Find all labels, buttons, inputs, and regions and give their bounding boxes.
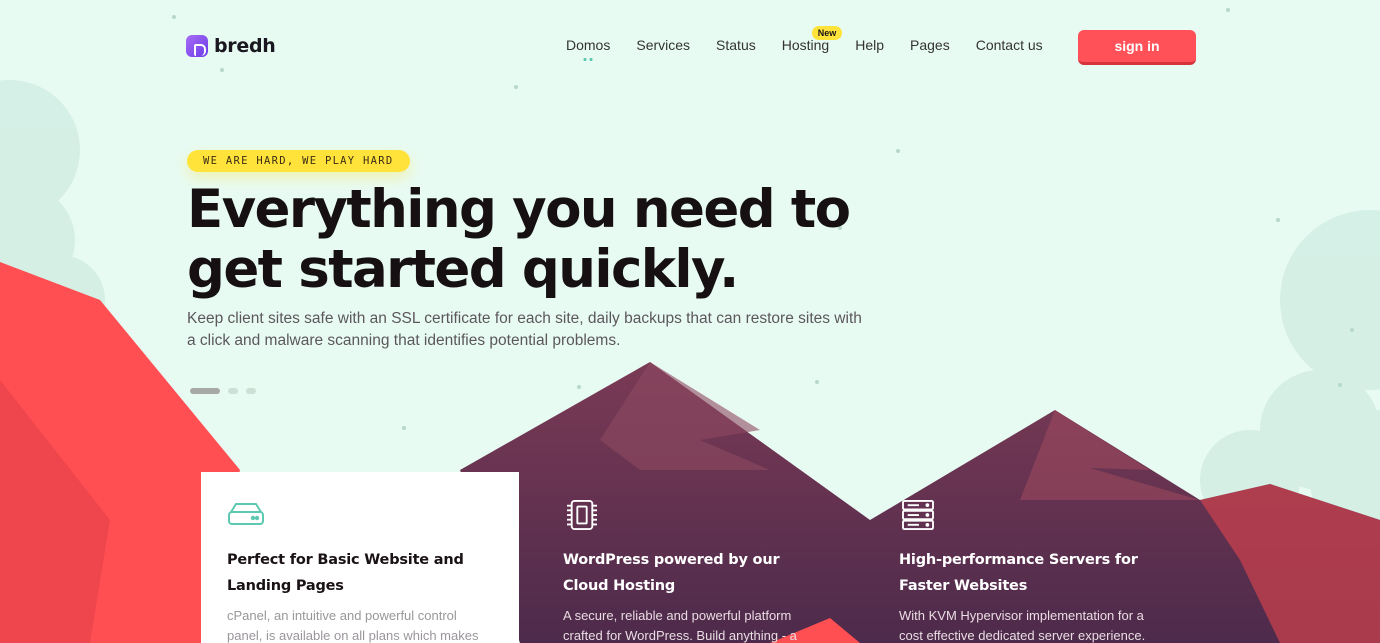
brand-logo[interactable]: bredh [186,35,276,57]
feature-title: Perfect for Basic Website and Landing Pa… [227,552,464,594]
slider-pagination [190,388,256,394]
nav-item-services[interactable]: Services [636,37,690,53]
nav-item-pages[interactable]: Pages [910,37,950,53]
brand-name: bredh [214,35,276,57]
feature-desc: A secure, reliable and powerful platform… [563,608,797,643]
feature-basic-website[interactable]: Perfect for Basic Website and Landing Pa… [201,472,519,643]
feature-desc: With KVM Hypervisor implementation for a… [899,608,1146,643]
main-nav: Domos Services Status Hosting New Help P… [566,26,1069,61]
hard-drive-icon [228,503,264,525]
slider-dot-2[interactable] [228,388,238,394]
slider-dot-3[interactable] [246,388,256,394]
server-rack-icon [902,500,934,530]
feature-title: WordPress powered by our Cloud Hosting [563,552,780,594]
nav-item-domos[interactable]: Domos [566,37,610,61]
nav-item-status[interactable]: Status [716,37,756,53]
logo-mark-icon [186,35,208,57]
nav-item-contact[interactable]: Contact us [976,37,1043,53]
new-badge: New [811,26,843,40]
feature-desc: cPanel, an intuitive and powerful contro… [227,608,479,643]
sign-in-button[interactable]: sign in [1078,30,1196,65]
nav-item-hosting[interactable]: Hosting New [782,26,843,53]
feature-servers[interactable]: High-performance Servers for Faster Webs… [873,472,1193,643]
chip-icon [567,500,597,530]
nav-item-help[interactable]: Help [855,37,884,53]
hero-headline: Everything you need to get started quick… [187,179,851,300]
hero-subtext: Keep client sites safe with an SSL certi… [187,310,862,349]
feature-wordpress[interactable]: WordPress powered by our Cloud Hosting A… [537,472,837,643]
hero-tagline: WE ARE HARD, WE PLAY HARD [187,150,410,172]
slider-dot-1[interactable] [190,388,220,394]
feature-title: High-performance Servers for Faster Webs… [899,552,1138,594]
